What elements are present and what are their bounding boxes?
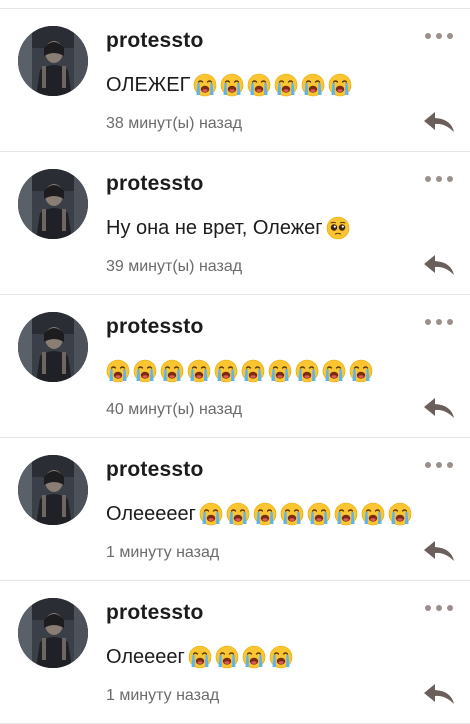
crying-face-emoji [188, 645, 212, 669]
comment-text: Олееееег [106, 502, 412, 526]
more-dot [436, 33, 442, 39]
crying-face-emoji [106, 359, 130, 383]
reply-button[interactable] [423, 110, 455, 134]
more-dot [447, 33, 453, 39]
crying-face-emoji [199, 502, 223, 526]
comment-timestamp: 1 минуту назад [106, 544, 220, 561]
comment-text-content: ОЛЕЖЕГ [106, 73, 191, 96]
avatar[interactable] [18, 312, 88, 382]
comment-item: protessto Олеееег 1 минуту назад [0, 581, 470, 724]
crying-face-emoji [247, 73, 271, 97]
crying-face-emoji [242, 645, 266, 669]
reply-button[interactable] [423, 253, 455, 277]
crying-face-emoji [295, 359, 319, 383]
reply-arrow-icon [423, 684, 455, 710]
more-dots-icon [425, 605, 431, 611]
crying-face-emoji [226, 502, 250, 526]
comment-text-content: Ну она не врет, Олежег [106, 216, 323, 239]
comment-timestamp: 1 минуту назад [106, 687, 220, 704]
reply-button[interactable] [423, 539, 455, 563]
comment-item: protessto 40 минут(ы) назад [0, 295, 470, 438]
crying-face-emoji [274, 73, 298, 97]
reply-button[interactable] [423, 682, 455, 706]
crying-face-emoji [215, 645, 239, 669]
more-dot [447, 319, 453, 325]
crying-face-emoji [307, 502, 331, 526]
comment-author[interactable]: protessto [106, 458, 203, 482]
comment-item: protessto ОЛЕЖЕГ 38 минут(ы) назад [0, 9, 470, 152]
pleading-face-emoji [326, 216, 350, 240]
reply-arrow-icon [423, 541, 455, 567]
crying-face-emoji [388, 502, 412, 526]
crying-face-emoji [133, 359, 157, 383]
comment-timestamp: 38 минут(ы) назад [106, 115, 243, 132]
comment-text: ОЛЕЖЕГ [106, 73, 352, 97]
crying-face-emoji [322, 359, 346, 383]
crying-face-emoji [241, 359, 265, 383]
comment-text: Ну она не врет, Олежег [106, 216, 350, 240]
more-options-button[interactable] [425, 174, 453, 184]
reply-arrow-icon [423, 255, 455, 281]
comment-timestamp: 39 минут(ы) назад [106, 258, 243, 275]
comment-author[interactable]: protessto [106, 29, 203, 53]
crying-face-emoji [349, 359, 373, 383]
comment-item: protessto Олееееег 1 минуту назад [0, 438, 470, 581]
more-dots-icon [425, 176, 431, 182]
more-dots-icon [425, 462, 431, 468]
comment-list: protessto ОЛЕЖЕГ 38 минут(ы) назад prote… [0, 9, 470, 724]
comment-timestamp: 40 минут(ы) назад [106, 401, 243, 418]
crying-face-emoji [301, 73, 325, 97]
comment-text-content: Олееееег [106, 502, 196, 525]
more-dot [436, 462, 442, 468]
avatar[interactable] [18, 26, 88, 96]
crying-face-emoji [220, 73, 244, 97]
more-options-button[interactable] [425, 460, 453, 470]
more-dot [436, 176, 442, 182]
comment-author[interactable]: protessto [106, 172, 203, 196]
avatar[interactable] [18, 598, 88, 668]
reply-arrow-icon [423, 398, 455, 424]
reply-button[interactable] [423, 396, 455, 420]
crying-face-emoji [253, 502, 277, 526]
comment-author[interactable]: protessto [106, 315, 203, 339]
comment-item: protessto Ну она не врет, Олежег 39 мину… [0, 152, 470, 295]
more-dot [436, 605, 442, 611]
more-dot [447, 605, 453, 611]
more-dot [447, 176, 453, 182]
avatar[interactable] [18, 455, 88, 525]
crying-face-emoji [268, 359, 292, 383]
comment-author[interactable]: protessto [106, 601, 203, 625]
reply-arrow-icon [423, 112, 455, 138]
comment-text [106, 359, 373, 383]
more-options-button[interactable] [425, 31, 453, 41]
crying-face-emoji [361, 502, 385, 526]
crying-face-emoji [160, 359, 184, 383]
more-dots-icon [425, 319, 431, 325]
more-options-button[interactable] [425, 603, 453, 613]
comment-text: Олеееег [106, 645, 293, 669]
crying-face-emoji [187, 359, 211, 383]
more-dot [436, 319, 442, 325]
avatar[interactable] [18, 169, 88, 239]
crying-face-emoji [328, 73, 352, 97]
comment-text-content: Олеееег [106, 645, 185, 668]
crying-face-emoji [280, 502, 304, 526]
crying-face-emoji [193, 73, 217, 97]
crying-face-emoji [334, 502, 358, 526]
more-dots-icon [425, 33, 431, 39]
more-options-button[interactable] [425, 317, 453, 327]
crying-face-emoji [269, 645, 293, 669]
more-dot [447, 462, 453, 468]
crying-face-emoji [214, 359, 238, 383]
